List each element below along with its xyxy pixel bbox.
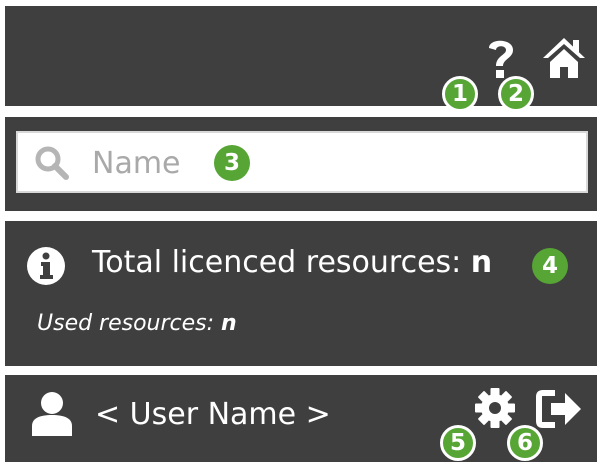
user-icon (32, 392, 72, 436)
search-panel: 3 (5, 117, 597, 211)
callout-badge-3: 3 (214, 145, 250, 181)
used-resources-label: Used resources: (37, 311, 222, 336)
gear-icon[interactable] (474, 387, 516, 429)
header-bar: 1 2 (5, 6, 597, 112)
total-resources-label: Total licenced resources: (92, 245, 471, 280)
used-resources-text: Used resources: n (37, 311, 237, 336)
info-icon (27, 247, 65, 285)
callout-badge-2: 2 (498, 76, 534, 112)
total-resources-value: n (470, 245, 493, 280)
resources-info-panel: Total licenced resources: n 4 Used resou… (5, 221, 597, 366)
callout-badge-6: 6 (507, 425, 543, 461)
callout-badge-1: 1 (442, 76, 478, 112)
home-icon[interactable] (541, 36, 587, 80)
search-icon (35, 146, 69, 180)
search-box[interactable]: 3 (16, 131, 588, 193)
user-name: < User Name > (95, 397, 331, 432)
total-resources-text: Total licenced resources: n (92, 245, 492, 280)
used-resources-value: n (221, 311, 237, 336)
help-icon[interactable] (483, 34, 519, 82)
callout-badge-5: 5 (440, 425, 476, 461)
user-bar: < User Name > 5 6 (5, 375, 597, 462)
callout-badge-4: 4 (532, 248, 568, 284)
logout-icon[interactable] (535, 389, 583, 429)
search-input[interactable] (90, 142, 334, 184)
